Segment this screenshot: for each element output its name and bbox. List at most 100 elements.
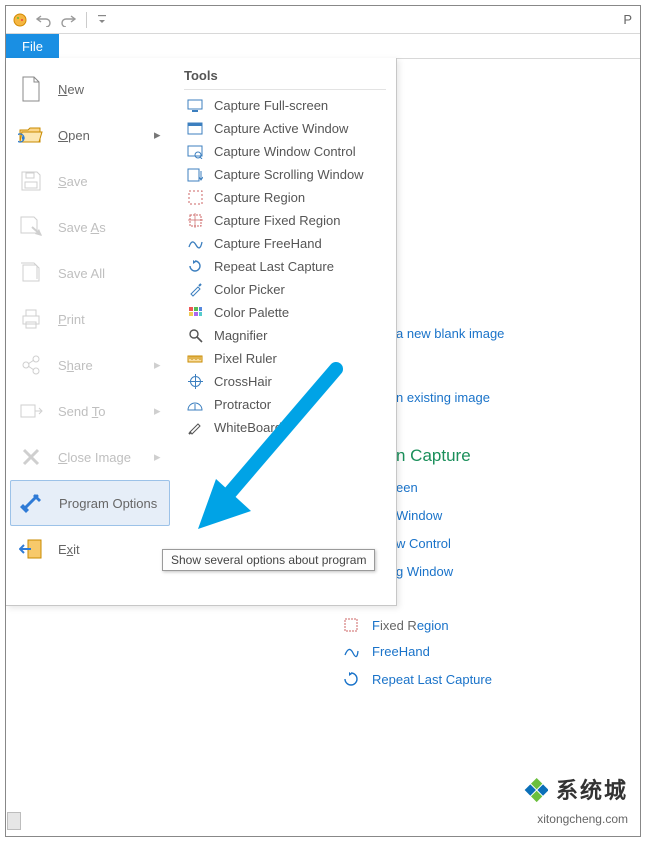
tool-color-picker[interactable]: Color Picker [184, 278, 386, 301]
start-capture-fixed-region-label: egion [417, 618, 449, 633]
menu-item-close-image: Close Image ▸ [6, 434, 174, 480]
start-capture-freehand-label: FreeHand [372, 644, 430, 659]
tool-label: Capture FreeHand [214, 236, 322, 251]
tool-capture-scrolling-window[interactable]: Capture Scrolling Window [184, 163, 386, 186]
tool-color-palette[interactable]: Color Palette [184, 301, 386, 324]
tool-pixel-ruler[interactable]: Pixel Ruler [184, 347, 386, 370]
menu-item-share-label: Share [58, 358, 140, 373]
save-as-icon [18, 215, 44, 239]
ruler-icon [186, 353, 204, 365]
send-to-icon [18, 401, 44, 421]
start-capture-fixed-region[interactable]: Fixed Region [342, 617, 449, 633]
tool-capture-fixed-region[interactable]: Capture Fixed Region [184, 209, 386, 232]
tool-label: Capture Full-screen [214, 98, 328, 113]
menu-item-print: Print [6, 296, 174, 342]
scrolling-window-icon [186, 168, 204, 182]
brand-url: xitongcheng.com [514, 812, 628, 826]
menu-item-save-label: Save [58, 174, 164, 189]
program-options-icon [19, 490, 45, 516]
exit-icon [18, 538, 44, 560]
tool-protractor[interactable]: Protractor [184, 393, 386, 416]
start-repeat-last-capture-label: Repeat Last Capture [372, 672, 492, 687]
tool-label: Color Palette [214, 305, 289, 320]
save-icon [18, 170, 44, 192]
menu-item-close-image-label: Close Image [58, 450, 140, 465]
menu-item-new-label: New [58, 82, 164, 97]
menu-item-program-options[interactable]: Program Options [10, 480, 170, 526]
eyedropper-icon [186, 282, 204, 297]
ribbon-tab-strip: File [6, 34, 640, 59]
fixed-region-icon [342, 617, 360, 633]
file-backstage-menu: New Open ▸ Save Save As [6, 58, 397, 606]
start-existing-image-fragment[interactable]: n existing image [396, 390, 490, 405]
menu-item-save-all-label: Save All [58, 266, 164, 281]
start-capture-fullscreen-fragment[interactable]: een [396, 480, 418, 495]
menu-item-exit[interactable]: Exit [6, 526, 174, 572]
submenu-chevron-icon: ▸ [154, 449, 164, 465]
menu-item-save-as: Save As [6, 204, 174, 250]
app-logo-icon [12, 12, 28, 28]
start-capture-freehand[interactable]: FreeHand [342, 644, 430, 659]
menu-item-print-label: Print [58, 312, 164, 327]
freehand-icon [186, 237, 204, 250]
tool-whiteboard[interactable]: WhiteBoard [184, 416, 386, 439]
brand-logo-icon [514, 778, 548, 812]
freehand-icon [342, 645, 360, 659]
menu-item-exit-label: Exit [58, 542, 164, 557]
start-capture-window-control-fragment[interactable]: w Control [396, 536, 451, 551]
start-capture-scrolling-window-fragment[interactable]: g Window [396, 564, 453, 579]
tool-label: Capture Region [214, 190, 305, 205]
tools-panel-header: Tools [184, 66, 386, 90]
tool-label: Magnifier [214, 328, 267, 343]
tool-capture-full-screen[interactable]: Capture Full-screen [184, 94, 386, 117]
whiteboard-icon [186, 421, 204, 435]
tool-capture-region[interactable]: Capture Region [184, 186, 386, 209]
tool-label: Repeat Last Capture [214, 259, 334, 274]
submenu-chevron-icon: ▸ [154, 127, 164, 143]
repeat-icon [186, 259, 204, 274]
tool-label: Pixel Ruler [214, 351, 277, 366]
save-all-icon [18, 261, 44, 285]
submenu-chevron-icon: ▸ [154, 403, 164, 419]
tool-capture-active-window[interactable]: Capture Active Window [184, 117, 386, 140]
undo-icon[interactable] [36, 13, 52, 27]
tool-repeat-last-capture[interactable]: Repeat Last Capture [184, 255, 386, 278]
submenu-chevron-icon: ▸ [154, 357, 164, 373]
start-screen-capture-header-fragment: n Capture [396, 446, 471, 466]
protractor-icon [186, 399, 204, 411]
qat-customize-dropdown-icon[interactable] [97, 13, 107, 27]
window-icon [186, 122, 204, 135]
close-icon [18, 447, 44, 467]
open-folder-icon [18, 124, 44, 146]
tool-label: WhiteBoard [214, 420, 282, 435]
magnifier-icon [186, 328, 204, 343]
tool-crosshair[interactable]: CrossHair [184, 370, 386, 393]
start-repeat-last-capture[interactable]: Repeat Last Capture [342, 671, 492, 687]
region-icon [186, 190, 204, 205]
menu-item-new[interactable]: New [6, 66, 174, 112]
tooltip-text: Show several options about program [171, 553, 366, 567]
brand-name: 系统城 [556, 778, 628, 803]
menu-item-save-all: Save All [6, 250, 174, 296]
window-title-fragment: P [623, 12, 634, 27]
qat-separator [86, 12, 87, 28]
tool-magnifier[interactable]: Magnifier [184, 324, 386, 347]
menu-item-program-options-label: Program Options [59, 496, 159, 511]
tool-label: Protractor [214, 397, 271, 412]
menu-item-open[interactable]: Open ▸ [6, 112, 174, 158]
start-new-image-fragment[interactable]: a new blank image [396, 326, 504, 341]
new-file-icon [18, 76, 44, 102]
file-tab-label: File [22, 39, 43, 54]
file-tab[interactable]: File [6, 34, 59, 58]
menu-item-send-to-label: Send To [58, 404, 140, 419]
tool-capture-window-control[interactable]: Capture Window Control [184, 140, 386, 163]
file-menu-tools-panel: Tools Capture Full-screen Capture Active… [174, 58, 396, 605]
start-capture-active-window-fragment[interactable]: Window [396, 508, 442, 523]
menu-item-send-to: Send To ▸ [6, 388, 174, 434]
tool-capture-freehand[interactable]: Capture FreeHand [184, 232, 386, 255]
scroll-stub [7, 812, 21, 830]
tool-label: Capture Active Window [214, 121, 348, 136]
redo-icon[interactable] [60, 13, 76, 27]
palette-icon [186, 306, 204, 319]
share-icon [18, 354, 44, 376]
